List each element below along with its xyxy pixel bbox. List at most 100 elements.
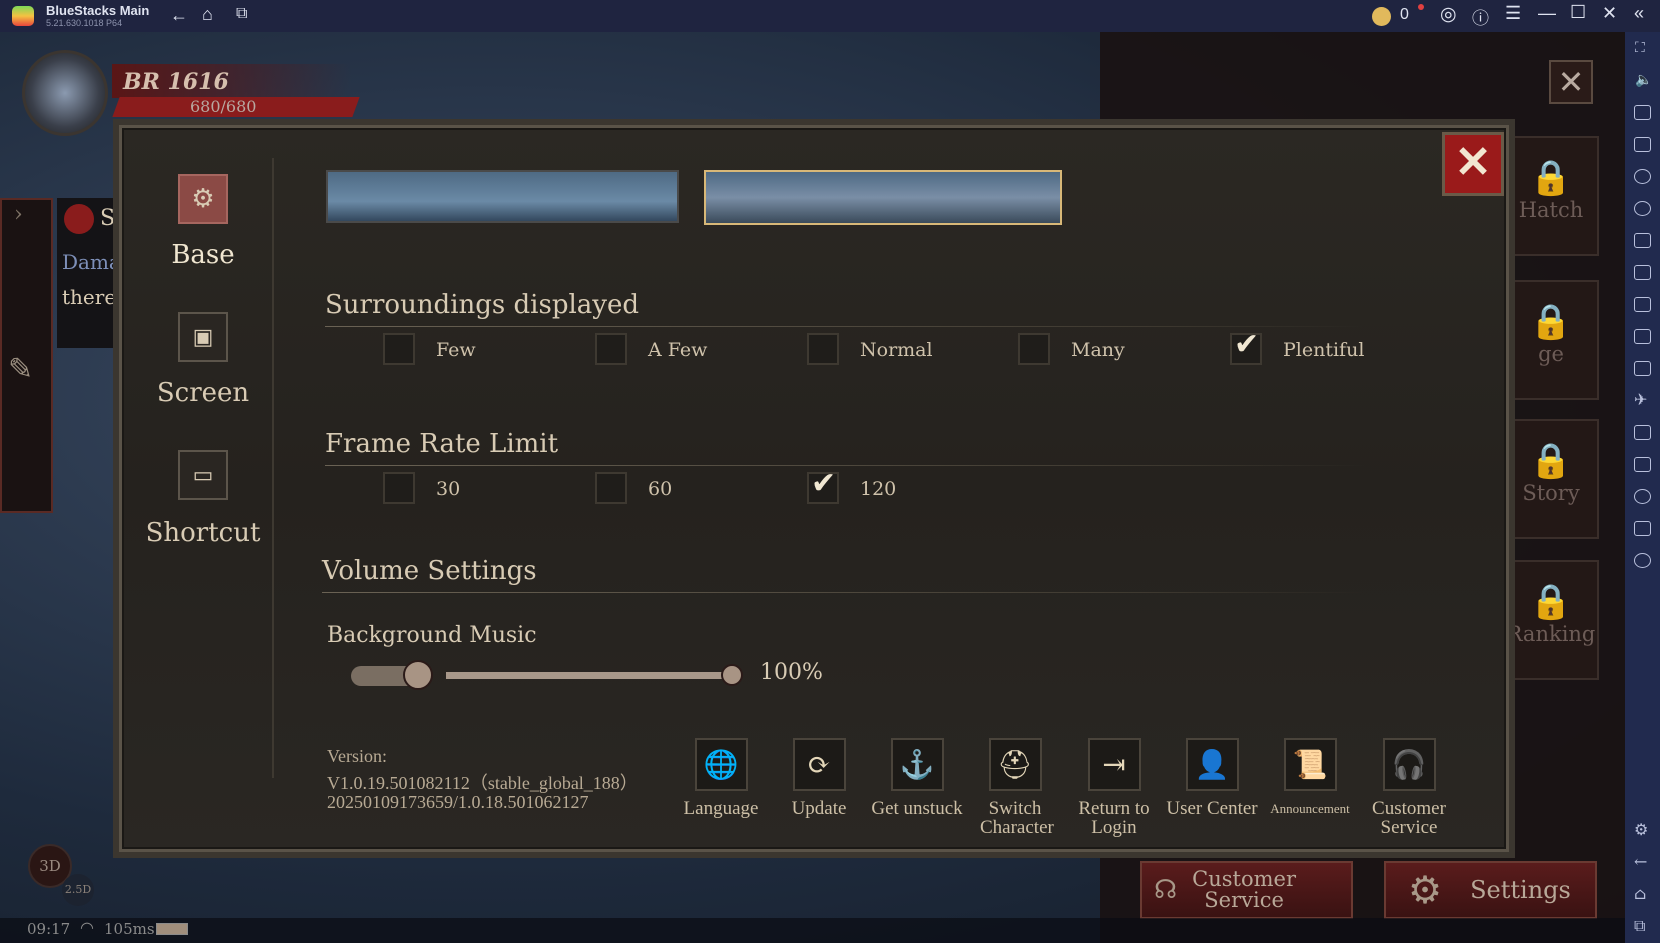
- maximize-icon[interactable]: ☐: [1570, 2, 1586, 23]
- user-center-button[interactable]: 👤 User Center: [1157, 738, 1267, 818]
- logout-icon: ⇥: [1087, 738, 1141, 791]
- keyboard-icon[interactable]: [1634, 137, 1651, 152]
- apk-icon[interactable]: [1634, 265, 1651, 280]
- slider-handle[interactable]: [721, 664, 743, 686]
- switch-character-button[interactable]: ⛑ Switch Character: [960, 738, 1070, 837]
- locked-panel-ranking[interactable]: 🔒 Ranking: [1503, 560, 1599, 680]
- checkbox-30[interactable]: [383, 472, 415, 504]
- account-icon[interactable]: ◎: [1440, 3, 1457, 26]
- lock-icon: 🔒: [1529, 582, 1573, 622]
- checkbox-normal[interactable]: [807, 333, 839, 365]
- nav-shortcut-button[interactable]: ▭: [178, 450, 228, 500]
- menu-icon[interactable]: ☰: [1505, 3, 1521, 24]
- sync-icon[interactable]: [1634, 201, 1651, 216]
- update-button[interactable]: ⟳ Update: [764, 738, 874, 818]
- layers-icon[interactable]: [1634, 521, 1651, 536]
- checkbox-a-few[interactable]: [595, 333, 627, 365]
- checkbox-few[interactable]: [383, 333, 415, 365]
- settings-button[interactable]: ⚙ Settings: [1384, 861, 1597, 919]
- cursor-icon[interactable]: [1634, 105, 1651, 120]
- nav-screen-label[interactable]: Screen: [133, 378, 273, 408]
- view-25d-button[interactable]: 2.5D: [62, 874, 94, 906]
- toggle-knob: [403, 660, 433, 690]
- locked-panel-hatch[interactable]: 🔒 Hatch: [1503, 136, 1599, 256]
- recent-apps-icon[interactable]: ⧉: [1634, 916, 1645, 936]
- customer-service-button[interactable]: ☊ Customer Service: [1140, 861, 1353, 919]
- anchor-icon: ⚓: [890, 738, 944, 791]
- rotate-icon[interactable]: [1634, 425, 1651, 440]
- help-icon[interactable]: ⓘ: [1472, 4, 1489, 29]
- monitor-icon: ▭: [192, 462, 214, 488]
- checkmark-icon: ✔: [1234, 327, 1260, 362]
- background-music-label: Background Music: [327, 623, 537, 648]
- back-icon[interactable]: ←: [1634, 852, 1647, 871]
- user-icon: 👤: [1185, 738, 1239, 791]
- back-icon[interactable]: ←: [170, 5, 188, 26]
- titlebar: BlueStacks Main 5.21.630.1018 P64 ← ⌂ ⧉ …: [0, 0, 1660, 32]
- locked-panel-story[interactable]: 🔒 Story: [1503, 419, 1599, 539]
- preview-thumbnail-selected[interactable]: [704, 170, 1062, 225]
- image-icon: ▣: [192, 324, 214, 350]
- minimize-icon[interactable]: —: [1538, 3, 1556, 24]
- collapse-sidebar-icon[interactable]: «: [1634, 3, 1644, 24]
- nav-screen-button[interactable]: ▣: [178, 312, 228, 362]
- volume-title: Volume Settings: [322, 556, 537, 586]
- window-title: BlueStacks Main: [46, 3, 150, 18]
- close-dialog-button[interactable]: ✕: [1442, 132, 1504, 196]
- nav-base-label[interactable]: Base: [133, 240, 273, 270]
- macro-icon[interactable]: [1634, 169, 1651, 184]
- lock-icon: 🔒: [1529, 158, 1573, 198]
- eco-mode-icon[interactable]: [1634, 553, 1651, 568]
- home-icon[interactable]: ⌂: [202, 4, 213, 25]
- nav-shortcut-label[interactable]: Shortcut: [133, 518, 273, 548]
- notification-dot: [1418, 4, 1424, 10]
- multi-instance-icon[interactable]: ⧉: [236, 5, 247, 23]
- checkbox-120[interactable]: ✔: [807, 466, 839, 504]
- get-unstuck-button[interactable]: ⚓ Get unstuck: [862, 738, 972, 818]
- language-icon: 🌐: [694, 738, 748, 791]
- headset-icon: ☊: [1154, 875, 1178, 905]
- br-rating: BR 1616: [123, 69, 229, 95]
- coin-count: 0: [1400, 6, 1409, 23]
- settings-icon[interactable]: ⚙: [1634, 820, 1648, 839]
- customer-service-button[interactable]: 🎧 Customer Service: [1354, 738, 1464, 837]
- option-label: 30: [436, 478, 461, 500]
- wifi-icon: ◠: [80, 918, 94, 937]
- quest-icon[interactable]: ✎: [8, 352, 33, 387]
- close-window-icon[interactable]: ✕: [1602, 3, 1617, 24]
- bluestacks-sidebar: ⛶ 🔈 ✈ ⚙ ← ⌂ ⧉: [1625, 32, 1660, 943]
- option-label: 60: [648, 478, 673, 500]
- checkbox-plentiful[interactable]: ✔: [1230, 327, 1262, 365]
- close-panel-button[interactable]: ✕: [1549, 60, 1593, 104]
- nav-base-button[interactable]: ⚙: [178, 174, 228, 224]
- music-toggle[interactable]: [351, 660, 433, 690]
- media-folder-icon[interactable]: [1634, 361, 1651, 376]
- divider: [325, 326, 1365, 327]
- record-icon[interactable]: [1634, 329, 1651, 344]
- checkbox-60[interactable]: [595, 472, 627, 504]
- fullscreen-icon[interactable]: ⛶: [1635, 40, 1645, 56]
- airplane-icon[interactable]: ✈: [1634, 390, 1647, 409]
- coin-icon[interactable]: [1372, 7, 1391, 26]
- language-button[interactable]: 🌐 Language: [666, 738, 776, 818]
- locked-panel[interactable]: 🔒 ge: [1503, 280, 1599, 400]
- option-label: A Few: [648, 339, 708, 361]
- return-to-login-button[interactable]: ⇥ Return to Login: [1059, 738, 1169, 837]
- expand-icon[interactable]: ›: [14, 202, 23, 227]
- shake-icon[interactable]: [1634, 457, 1651, 472]
- preview-thumbnail[interactable]: [326, 170, 679, 223]
- location-icon[interactable]: [1634, 489, 1651, 504]
- avatar[interactable]: [22, 50, 108, 136]
- screenshot-icon[interactable]: [1634, 297, 1651, 312]
- announcement-button[interactable]: 📜 Announcement: [1255, 738, 1365, 818]
- version-label: Version:: [327, 746, 387, 766]
- music-volume-value: 100%: [760, 660, 823, 685]
- battery-icon: [156, 923, 188, 935]
- volume-icon[interactable]: 🔈: [1635, 72, 1652, 88]
- performance-icon[interactable]: [1634, 233, 1651, 248]
- hp-text: 680/680: [190, 97, 257, 116]
- lock-icon: 🔒: [1529, 441, 1573, 481]
- checkbox-many[interactable]: [1018, 333, 1050, 365]
- home-icon[interactable]: ⌂: [1634, 884, 1646, 903]
- music-volume-slider[interactable]: [446, 664, 743, 686]
